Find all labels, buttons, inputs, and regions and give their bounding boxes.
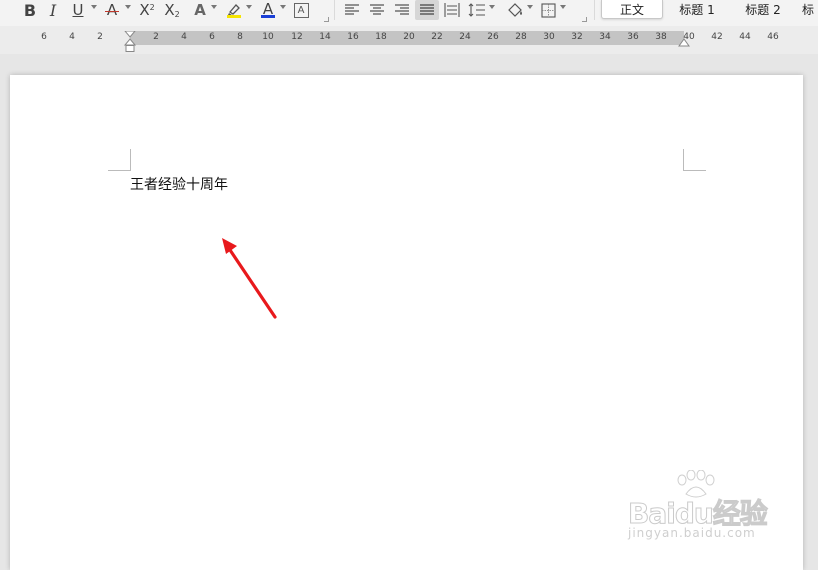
ruler-tick-label: 6 bbox=[41, 32, 47, 42]
shading-button[interactable] bbox=[504, 0, 526, 20]
text-effect-button[interactable]: A bbox=[191, 0, 209, 20]
right-indent-marker-icon[interactable] bbox=[678, 38, 690, 48]
crop-mark-top-right-h bbox=[684, 170, 706, 171]
style-heading-3[interactable]: 标 bbox=[802, 0, 818, 18]
red-arrow-annotation bbox=[222, 238, 277, 319]
justify-icon bbox=[420, 4, 434, 15]
toolbar-separator bbox=[334, 0, 335, 20]
ruler-tick-label: 36 bbox=[627, 32, 639, 42]
underline-dropdown-icon[interactable] bbox=[91, 5, 97, 9]
strikethrough-button[interactable]: A bbox=[102, 0, 122, 20]
superscript-button[interactable]: X2 bbox=[136, 0, 158, 20]
font-color-dropdown-icon[interactable] bbox=[280, 5, 286, 9]
ruler-tick-label: 38 bbox=[655, 32, 667, 42]
paint-bucket-icon bbox=[508, 3, 522, 17]
ruler-tick-label: 46 bbox=[767, 32, 779, 42]
strikethrough-label: A bbox=[106, 1, 118, 19]
ruler-tick-label: 26 bbox=[487, 32, 499, 42]
borders-button[interactable] bbox=[538, 0, 558, 20]
align-right-icon bbox=[395, 4, 409, 15]
ruler-tick-label: 24 bbox=[459, 32, 471, 42]
toolbar-separator bbox=[594, 0, 595, 20]
baidu-jingyan-watermark: Baidu经验 jingyan.baidu.com bbox=[620, 470, 780, 550]
align-left-icon bbox=[345, 4, 359, 15]
ruler-tick-label: 4 bbox=[69, 32, 75, 42]
highlight-color-bar bbox=[227, 15, 241, 18]
ruler-tick-label: 12 bbox=[291, 32, 303, 42]
crop-mark-top-left-h bbox=[108, 170, 130, 171]
font-color-bar bbox=[261, 15, 275, 18]
crop-mark-top-left-v bbox=[130, 149, 131, 171]
text-effect-dropdown-icon[interactable] bbox=[211, 5, 217, 9]
align-center-button[interactable] bbox=[367, 0, 387, 20]
ruler-tick-label: 18 bbox=[375, 32, 387, 42]
ruler-tick-label: 44 bbox=[739, 32, 751, 42]
line-spacing-icon bbox=[468, 3, 485, 17]
line-spacing-button[interactable] bbox=[467, 0, 487, 20]
highlight-button[interactable] bbox=[224, 0, 244, 20]
crop-mark-top-right-v bbox=[683, 149, 684, 171]
underline-button[interactable]: U bbox=[68, 0, 88, 20]
watermark-url: jingyan.baidu.com bbox=[628, 526, 756, 540]
align-center-icon bbox=[370, 4, 384, 15]
italic-button[interactable]: I bbox=[44, 0, 62, 20]
indent-marker-icon[interactable] bbox=[124, 31, 136, 53]
document-text-line[interactable]: 王者经验十周年 bbox=[130, 174, 228, 194]
ruler-tick-label: 2 bbox=[153, 32, 159, 42]
distributed-align-button[interactable] bbox=[442, 0, 462, 20]
strike-line-icon bbox=[105, 11, 119, 12]
subscript-mark: 2 bbox=[174, 9, 180, 19]
ruler-tick-label: 14 bbox=[319, 32, 331, 42]
ruler-tick-label: 16 bbox=[347, 32, 359, 42]
ruler-tick-label: 2 bbox=[97, 32, 103, 42]
borders-dropdown-icon[interactable] bbox=[560, 5, 566, 9]
superscript-label: X bbox=[139, 1, 150, 19]
align-right-button[interactable] bbox=[392, 0, 412, 20]
font-group-launcher-icon[interactable] bbox=[324, 17, 329, 22]
ruler-tick-label: 34 bbox=[599, 32, 611, 42]
character-border-icon: A bbox=[293, 2, 309, 18]
ruler-tick-label: 32 bbox=[571, 32, 583, 42]
font-color-button[interactable]: A bbox=[258, 0, 278, 20]
ruler-tick-label: 20 bbox=[403, 32, 415, 42]
style-heading-2[interactable]: 标题 2 bbox=[734, 0, 792, 18]
subscript-label: X bbox=[164, 1, 175, 19]
highlight-dropdown-icon[interactable] bbox=[246, 5, 252, 9]
distributed-align-icon bbox=[444, 3, 460, 17]
justify-button[interactable] bbox=[415, 0, 439, 20]
character-border-button[interactable]: A bbox=[292, 0, 310, 20]
align-left-button[interactable] bbox=[342, 0, 362, 20]
ruler-tick-label: 30 bbox=[543, 32, 555, 42]
line-spacing-dropdown-icon[interactable] bbox=[489, 5, 495, 9]
subscript-button[interactable]: X2 bbox=[161, 0, 183, 20]
ruler-tick-label: 28 bbox=[515, 32, 527, 42]
formatting-toolbar: B I U A X2 X2 A A A 正文 标题 1 标题 2 标 bbox=[0, 0, 818, 26]
paragraph-group-launcher-icon[interactable] bbox=[582, 17, 587, 22]
superscript-mark: 2 bbox=[149, 2, 155, 12]
bold-button[interactable]: B bbox=[20, 0, 40, 20]
ruler-tick-label: 22 bbox=[431, 32, 443, 42]
ruler-tick-label: 6 bbox=[209, 32, 215, 42]
style-heading-1[interactable]: 标题 1 bbox=[668, 0, 726, 18]
shading-dropdown-icon[interactable] bbox=[527, 5, 533, 9]
ruler-tick-label: 8 bbox=[237, 32, 243, 42]
borders-icon bbox=[540, 2, 556, 18]
horizontal-ruler[interactable]: 6 4 2 2 4 6 8 10 12 14 16 18 20 22 24 26 28 30 32 34 36 38 40 4… bbox=[0, 26, 818, 54]
strikethrough-dropdown-icon[interactable] bbox=[125, 5, 131, 9]
ruler-tick-label: 10 bbox=[262, 32, 274, 42]
ruler-tick-label: 4 bbox=[181, 32, 187, 42]
style-normal[interactable]: 正文 bbox=[601, 0, 663, 19]
ruler-tick-label: 42 bbox=[711, 32, 723, 42]
